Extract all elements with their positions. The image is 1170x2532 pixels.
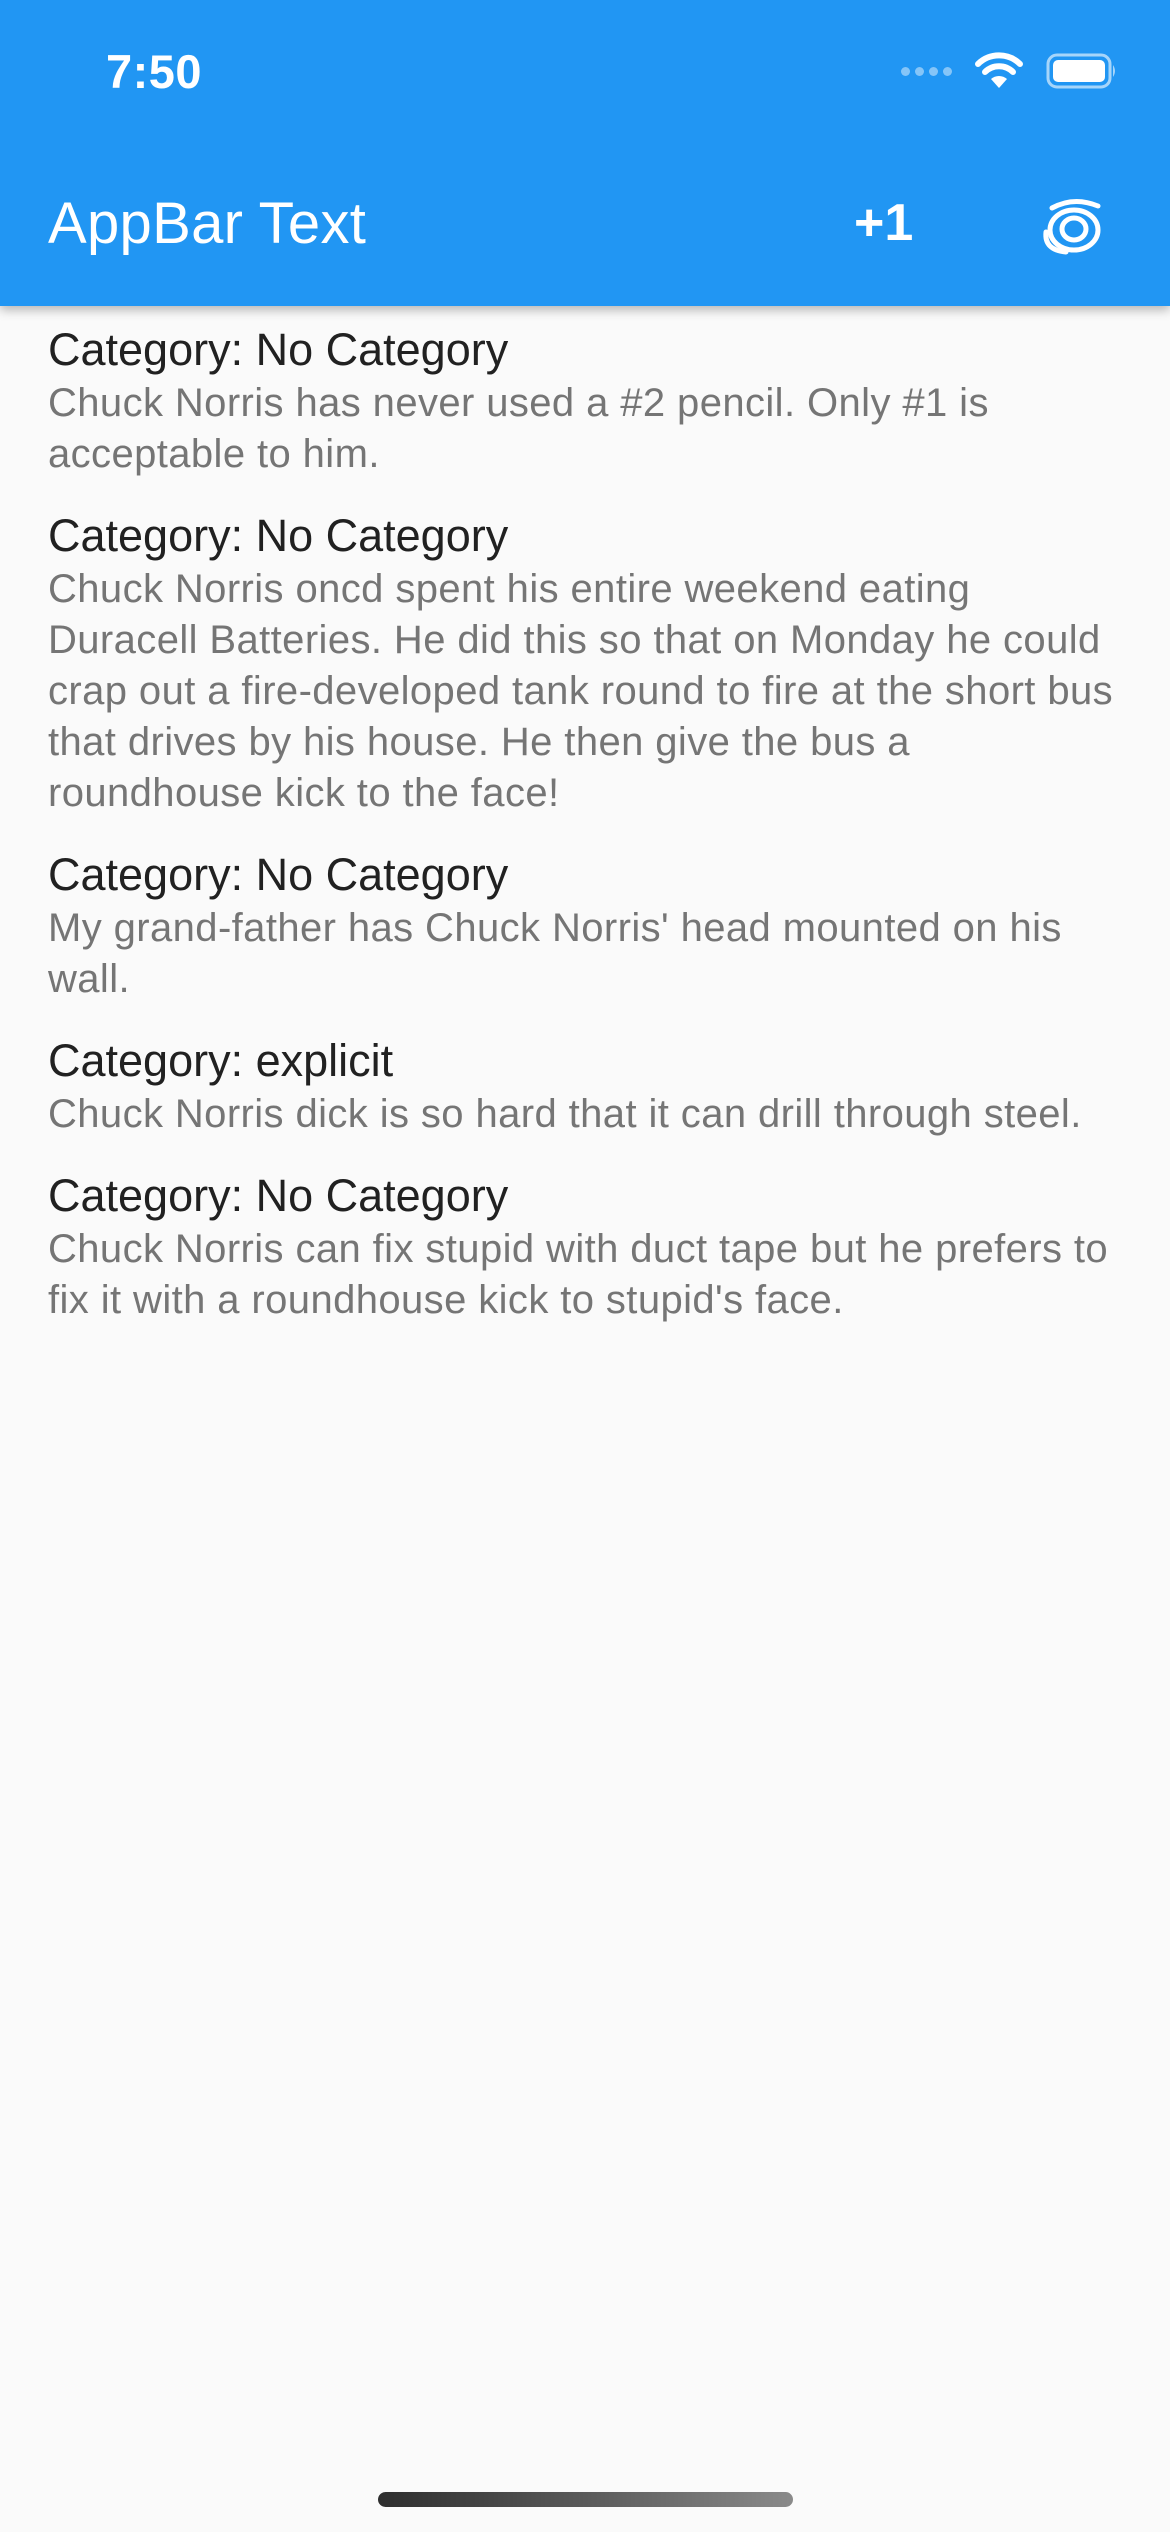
list-item: Category: No Category Chuck Norris can f… [48, 1168, 1128, 1326]
app-bar: 7:50 AppBar Text +1 [0, 0, 1170, 306]
app-bar-title: AppBar Text [48, 191, 367, 256]
joke-category: Category: No Category [48, 324, 509, 375]
joke-text: Chuck Norris dick is so hard that it can… [48, 1092, 1082, 1136]
joke-text: My grand-father has Chuck Norris' head m… [48, 906, 1062, 1001]
list-item: Category: No Category Chuck Norris oncd … [48, 508, 1128, 819]
joke-text: Chuck Norris oncd spent his entire weeke… [48, 567, 1114, 815]
joke-category: Category: No Category [48, 510, 509, 561]
cellular-signal-icon [901, 66, 952, 76]
list-item: Category: No Category My grand-father ha… [48, 847, 1128, 1005]
vortex-icon[interactable] [1042, 194, 1106, 258]
joke-text: Chuck Norris can fix stupid with duct ta… [48, 1227, 1109, 1322]
status-time: 7:50 [106, 45, 203, 98]
joke-category: Category: No Category [48, 1170, 509, 1221]
joke-list: Category: No Category Chuck Norris has n… [48, 322, 1128, 1354]
wifi-icon [975, 52, 1023, 88]
joke-category: Category: No Category [48, 849, 509, 900]
list-item: Category: No Category Chuck Norris has n… [48, 322, 1128, 480]
list-item: Category: explicit Chuck Norris dick is … [48, 1033, 1128, 1140]
plus-one-button[interactable]: +1 [854, 193, 913, 253]
joke-category: Category: explicit [48, 1035, 394, 1086]
battery-icon [1046, 53, 1115, 89]
joke-text: Chuck Norris has never used a #2 pencil.… [48, 381, 989, 476]
status-indicators [901, 52, 1118, 90]
home-indicator[interactable] [378, 2492, 793, 2507]
